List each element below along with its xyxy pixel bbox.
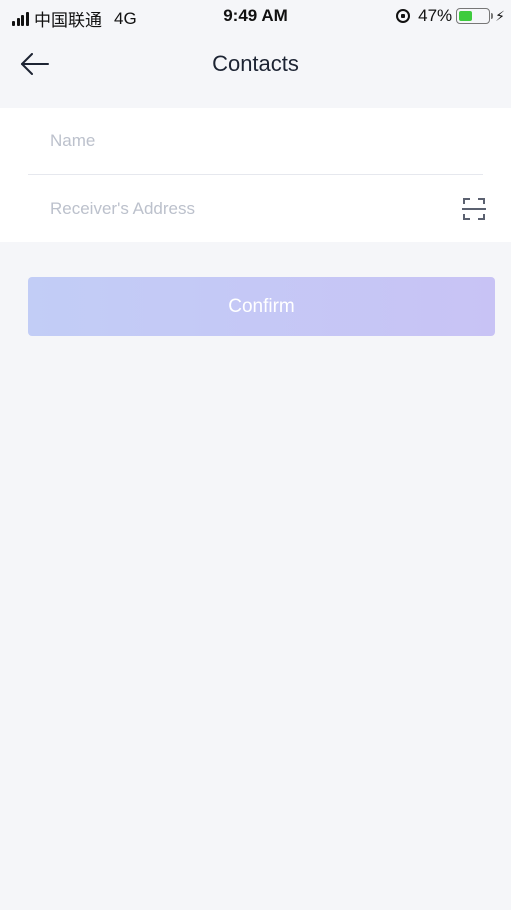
battery-fill [459,11,473,21]
status-bar: 中国联通 4G 9:49 AM 47% ⚡ [0,0,511,34]
address-field-row [28,176,486,242]
name-field-row [28,108,483,175]
scan-button[interactable] [461,196,487,222]
contact-form [0,108,511,242]
page-title: Contacts [212,51,299,76]
charging-bolt-icon: ⚡ [495,7,505,24]
battery-icon [456,8,491,24]
scan-qr-icon [462,198,486,220]
battery-tip [491,13,494,19]
battery-percent: 47% [418,6,453,25]
nav-bar: Contacts [0,34,511,108]
receiver-address-input[interactable] [50,176,430,242]
rotation-lock-icon [396,9,411,23]
name-input[interactable] [50,108,430,174]
status-right: 47% ⚡ [396,6,505,26]
confirm-button[interactable]: Confirm [28,277,495,336]
